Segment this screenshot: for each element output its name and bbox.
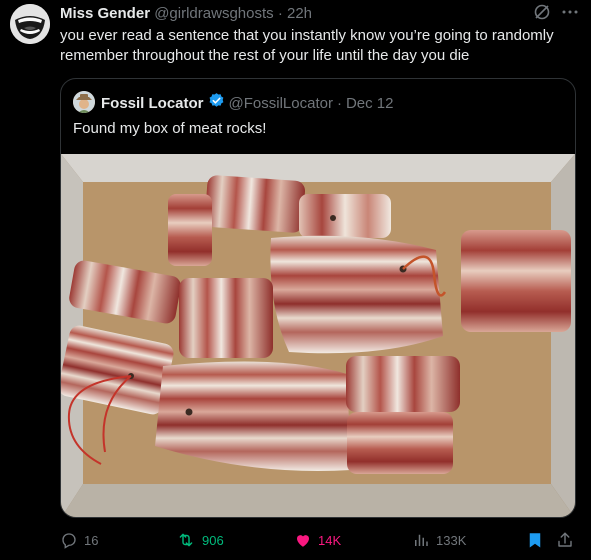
views-chart-icon	[415, 534, 428, 546]
retweet-count: 906	[202, 532, 224, 548]
quote-date-separator: ·	[336, 94, 342, 112]
bookmark-action[interactable]	[526, 528, 544, 552]
quote-text: Found my box of meat rocks!	[73, 120, 267, 137]
views-action[interactable]: 133K	[412, 528, 466, 552]
heart-filled-icon	[297, 535, 309, 547]
explorer-hat-avatar-icon	[73, 91, 95, 113]
tweet-text: you ever read a sentence that you instan…	[60, 27, 554, 64]
tweet-time[interactable]: 22h	[287, 5, 312, 22]
author-name[interactable]: Miss Gender	[60, 5, 150, 22]
grok-icon[interactable]	[533, 3, 551, 26]
quote-author-avatar[interactable]	[73, 91, 95, 113]
share-icon	[558, 532, 572, 547]
author-handle[interactable]: @girldrawsghosts	[154, 5, 273, 22]
like-count: 14K	[318, 532, 342, 548]
share-action[interactable]	[556, 528, 574, 552]
quote-author-name[interactable]: Fossil Locator	[101, 94, 204, 114]
bookmark-filled-icon	[529, 533, 541, 548]
header-icons	[533, 4, 579, 24]
time-separator: ·	[277, 5, 283, 22]
quote-author-handle[interactable]: @FossilLocator	[229, 94, 333, 114]
reply-icon	[62, 533, 76, 549]
quote-header: Fossil Locator @FossilLocator · Dec 12	[101, 92, 394, 115]
meat-rocks-photo[interactable]	[61, 154, 575, 518]
views-count: 133K	[436, 532, 467, 548]
retweet-action[interactable]: 906	[176, 528, 224, 552]
action-bar: 16 906 14K 133K	[60, 528, 580, 552]
quote-date[interactable]: Dec 12	[346, 94, 394, 114]
like-action[interactable]: 14K	[294, 528, 341, 552]
reply-count: 16	[84, 532, 99, 548]
laughing-mouth-avatar-icon	[10, 4, 50, 44]
tweet-header: Miss Gender @girldrawsghosts · 22h	[60, 4, 579, 24]
quote-tweet-card[interactable]: Fossil Locator @FossilLocator · Dec 12 F…	[60, 78, 576, 518]
author-avatar[interactable]	[10, 4, 50, 44]
retweet-icon	[179, 533, 193, 547]
more-options-icon[interactable]	[561, 3, 579, 26]
verified-badge-icon	[208, 92, 225, 115]
reply-action[interactable]: 16	[60, 528, 98, 552]
